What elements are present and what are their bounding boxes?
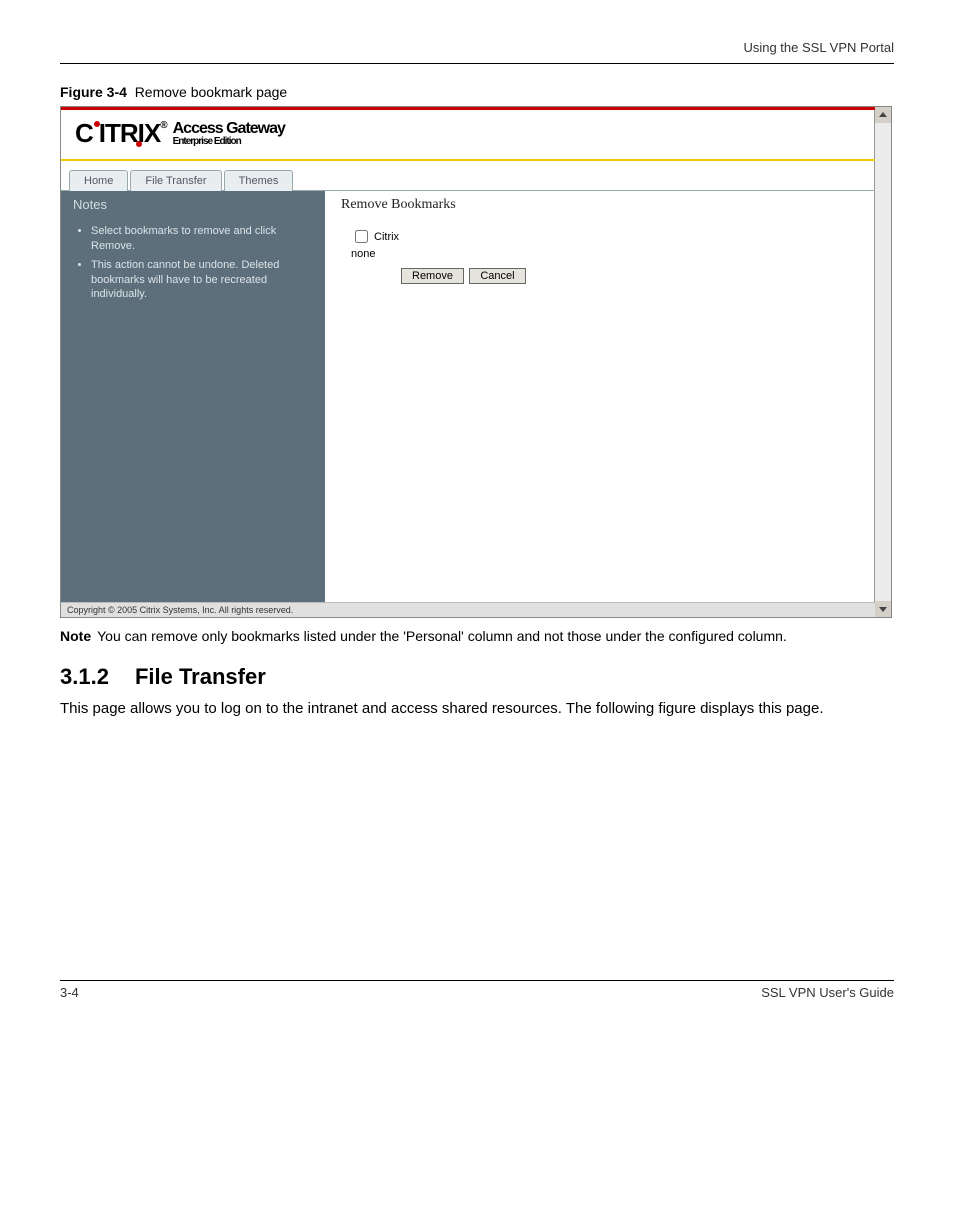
bookmark-checkbox[interactable] [355,230,368,243]
brand-edition: Enterprise Edition [173,137,285,147]
note-text: You can remove only bookmarks listed und… [97,626,894,646]
notes-title: Notes [73,197,313,212]
note-label: Note [60,626,91,646]
section-heading: 3.1.2 File Transfer [60,664,894,690]
bookmark-label: Citrix [374,231,399,243]
screenshot-frame: C ITRIX ® Access Gateway Enterprise Edit… [60,106,892,618]
none-label: none [351,248,859,260]
tab-home[interactable]: Home [69,170,128,191]
page-footer: 3-4 SSL VPN User's Guide [60,985,894,1000]
section-number: 3.1.2 [60,664,109,689]
footer-rule [60,980,894,981]
content-area: Remove Bookmarks Citrix none Remove Canc… [325,191,875,617]
notes-sidebar: Notes Select bookmarks to remove and cli… [61,191,325,617]
note-block: Note You can remove only bookmarks liste… [60,626,894,646]
cancel-button[interactable]: Cancel [469,268,525,284]
vertical-scrollbar[interactable] [874,107,891,617]
brand-name-part1: C [75,118,93,149]
brand-name-part2: ITRIX [99,118,160,149]
content-heading: Remove Bookmarks [341,197,859,213]
tab-file-transfer[interactable]: File Transfer [130,170,221,191]
notes-bullet: Select bookmarks to remove and click Rem… [91,224,313,254]
figure-caption: Figure 3-4 Remove bookmark page [60,84,894,100]
header-rule [60,63,894,64]
figure-title: Remove bookmark page [135,84,288,100]
section-paragraph: This page allows you to log on to the in… [60,698,894,720]
figure-label: Figure 3-4 [60,84,127,100]
tab-themes[interactable]: Themes [224,170,294,191]
brand-product: Access Gateway [173,121,285,137]
logo-dot-icon [94,121,100,127]
registered-mark: ® [160,120,166,131]
tab-bar: Home File Transfer Themes [61,161,875,190]
notes-bullet: This action cannot be undone. Deleted bo… [91,258,313,303]
brand-logo: C ITRIX ® Access Gateway Enterprise Edit… [75,118,861,149]
copyright-bar: Copyright © 2005 Citrix Systems, Inc. Al… [61,602,875,617]
remove-button[interactable]: Remove [401,268,464,284]
brand-header: C ITRIX ® Access Gateway Enterprise Edit… [61,110,875,157]
footer-page-number: 3-4 [60,985,79,1000]
footer-doc-title: SSL VPN User's Guide [761,985,894,1000]
logo-dot-icon [136,141,142,147]
page-context: Using the SSL VPN Portal [60,40,894,55]
section-title: File Transfer [135,664,266,689]
